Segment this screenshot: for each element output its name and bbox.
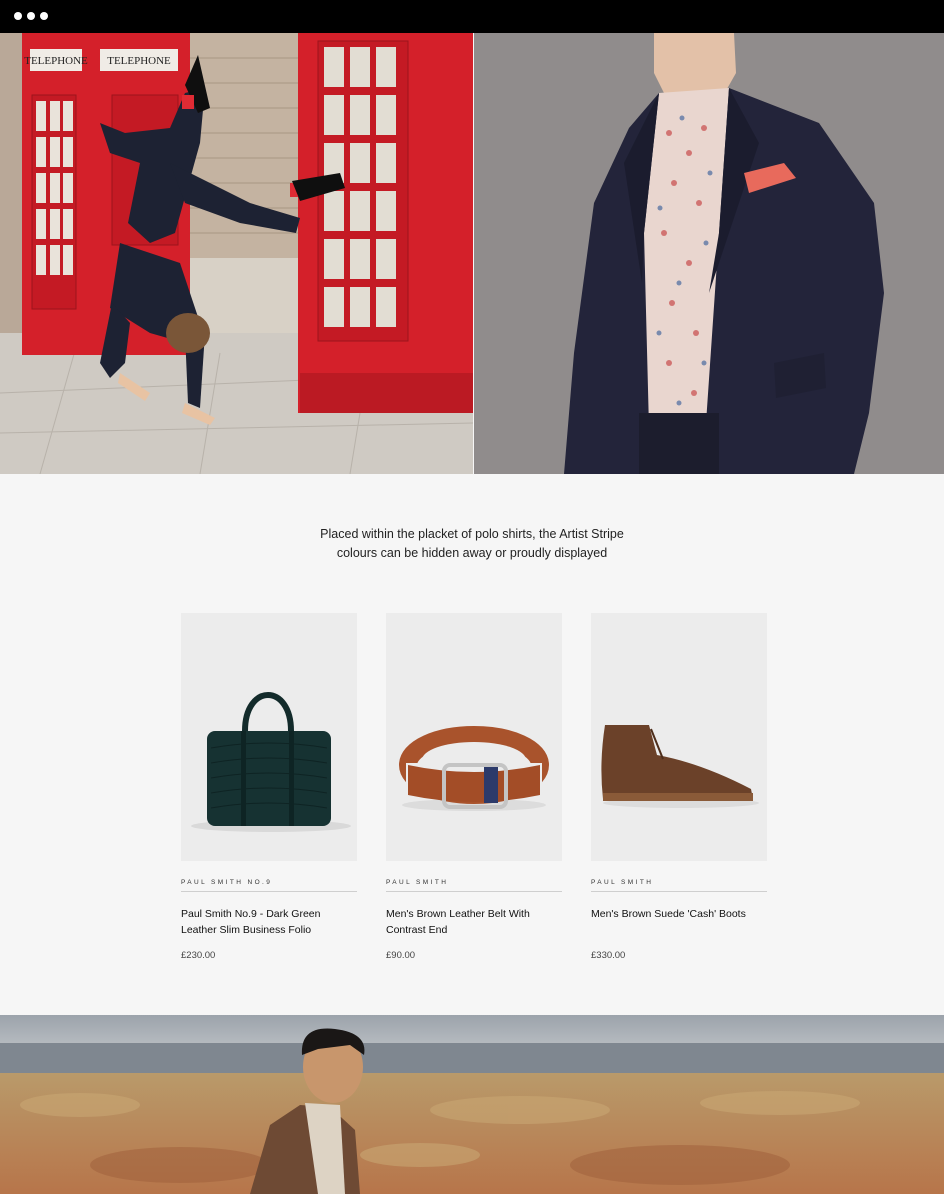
quote-line-1: Placed within the placket of polo shirts… — [320, 527, 624, 541]
window-dot-icon[interactable] — [27, 12, 35, 20]
product-brand: PAUL SMITH — [591, 879, 767, 892]
product-grid: PAUL SMITH NO.9 Paul Smith No.9 - Dark G… — [181, 613, 767, 961]
bottom-image-field-portrait — [0, 1015, 944, 1194]
booth-sign-right: TELEPHONE — [107, 55, 171, 67]
product-card[interactable]: PAUL SMITH NO.9 Paul Smith No.9 - Dark G… — [181, 613, 357, 961]
window-controls[interactable] — [14, 12, 48, 20]
product-price: £90.00 — [386, 950, 416, 961]
product-name[interactable]: Paul Smith No.9 - Dark Green Leather Sli… — [181, 906, 357, 940]
hero-image-telephone-booths: TELEPHONE TELEPHONE — [0, 33, 473, 474]
editorial-quote: Placed within the placket of polo shirts… — [0, 525, 944, 563]
product-name[interactable]: Men's Brown Suede 'Cash' Boots — [591, 906, 767, 940]
product-brand: PAUL SMITH NO.9 — [181, 879, 357, 892]
window-dot-icon[interactable] — [40, 12, 48, 20]
hero-images: TELEPHONE TELEPHONE — [0, 33, 944, 474]
quote-line-2: colours can be hidden away or proudly di… — [336, 546, 608, 560]
product-price: £330.00 — [591, 950, 626, 961]
product-card[interactable]: PAUL SMITH Men's Brown Leather Belt With… — [386, 613, 562, 961]
product-price: £230.00 — [181, 950, 216, 961]
product-image-folio-bag[interactable] — [181, 613, 357, 861]
booth-sign-left: TELEPHONE — [24, 55, 88, 67]
product-card[interactable]: PAUL SMITH Men's Brown Suede 'Cash' Boot… — [591, 613, 767, 961]
browser-top-bar — [0, 0, 944, 33]
hero-image-navy-blazer — [474, 33, 944, 474]
product-image-leather-belt[interactable] — [386, 613, 562, 861]
product-brand: PAUL SMITH — [386, 879, 562, 892]
product-image-suede-boots[interactable] — [591, 613, 767, 861]
product-name[interactable]: Men's Brown Leather Belt With Contrast E… — [386, 906, 562, 940]
window-dot-icon[interactable] — [14, 12, 22, 20]
